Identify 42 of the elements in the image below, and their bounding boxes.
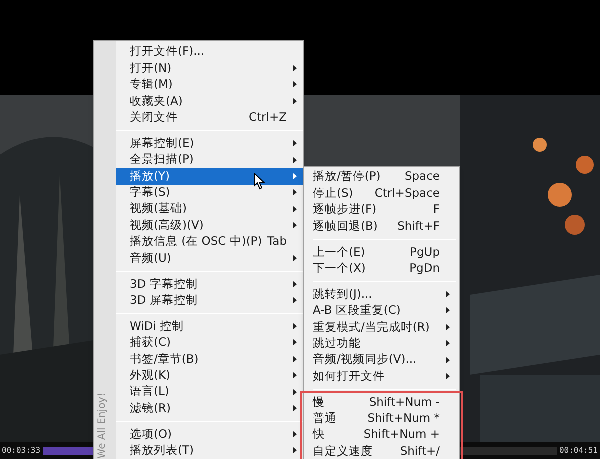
- menu-item[interactable]: 外观(K): [130, 368, 303, 384]
- menu-item[interactable]: 普通 Shift+Num *: [313, 410, 456, 427]
- menu-item[interactable]: 书签/章节(B): [130, 351, 303, 368]
- menu-item[interactable]: 滤镜(R): [130, 400, 303, 417]
- menu-item[interactable]: 3D 屏幕控制: [130, 292, 303, 309]
- menu-item[interactable]: 上一个(E) PgUp: [313, 244, 456, 260]
- menu-item[interactable]: 语言(L): [130, 384, 303, 400]
- menu-side-text: We All Enjoy!: [96, 393, 108, 459]
- menu-item[interactable]: 关闭文件 Ctrl+Z: [130, 110, 303, 126]
- menu-item[interactable]: 如何打开文件: [313, 368, 456, 385]
- menu-item[interactable]: 专辑(M): [130, 76, 303, 94]
- menu-item[interactable]: 播放列表(T): [130, 442, 303, 459]
- menu-item[interactable]: 捕获(C): [130, 334, 303, 352]
- menu-item[interactable]: WiDi 控制: [130, 318, 303, 335]
- menu-item[interactable]: 自定义速度 Shift+/: [313, 443, 456, 459]
- total-time: 00:04:51: [559, 444, 598, 456]
- menu-item[interactable]: 选项(O): [130, 426, 303, 443]
- mouse-cursor-icon: [254, 173, 265, 190]
- menu-item[interactable]: 慢 Shift+Num -: [313, 394, 456, 411]
- menu-item[interactable]: 打开文件(F)...: [130, 44, 303, 60]
- elapsed-time: 00:03:33: [2, 444, 41, 456]
- menu-item[interactable]: 播放信息 (在 OSC 中)(P) Tab: [130, 234, 303, 250]
- menu-item[interactable]: 跳转到(J)...: [313, 286, 456, 303]
- menu-item[interactable]: 逐帧回退(B) Shift+F: [313, 218, 456, 235]
- menu-item[interactable]: 重复模式/当完成时(R): [313, 319, 456, 336]
- menu-item[interactable]: 收藏夹(A): [130, 93, 303, 110]
- menu-item[interactable]: 逐帧步进(F) F: [313, 202, 456, 218]
- menu-item[interactable]: 停止(S) Ctrl+Space: [313, 185, 456, 202]
- menu-item[interactable]: 播放/暂停(P) Space: [313, 169, 456, 186]
- menu-item[interactable]: 屏幕控制(E): [130, 135, 303, 152]
- menu-item[interactable]: 字幕(S): [130, 184, 303, 202]
- menu-item[interactable]: 跳过功能: [313, 336, 456, 352]
- menu-item[interactable]: 3D 字幕控制: [130, 276, 303, 292]
- menu-item[interactable]: A-B 区段重复(C): [313, 302, 456, 320]
- menu-item[interactable]: 音频(U): [130, 250, 303, 267]
- menu-item[interactable]: 视频(基础): [130, 201, 303, 218]
- menu-item[interactable]: 下一个(X) PgDn: [313, 260, 456, 277]
- menu-item[interactable]: 打开(N): [130, 60, 303, 77]
- menu-item[interactable]: 快 Shift+Num +: [313, 426, 456, 444]
- menu-item[interactable]: 全景扫描(P): [130, 152, 303, 168]
- menu-item[interactable]: 视频(高级)(V): [130, 217, 303, 234]
- menu-item[interactable]: 音频/视频同步(V)...: [313, 352, 456, 368]
